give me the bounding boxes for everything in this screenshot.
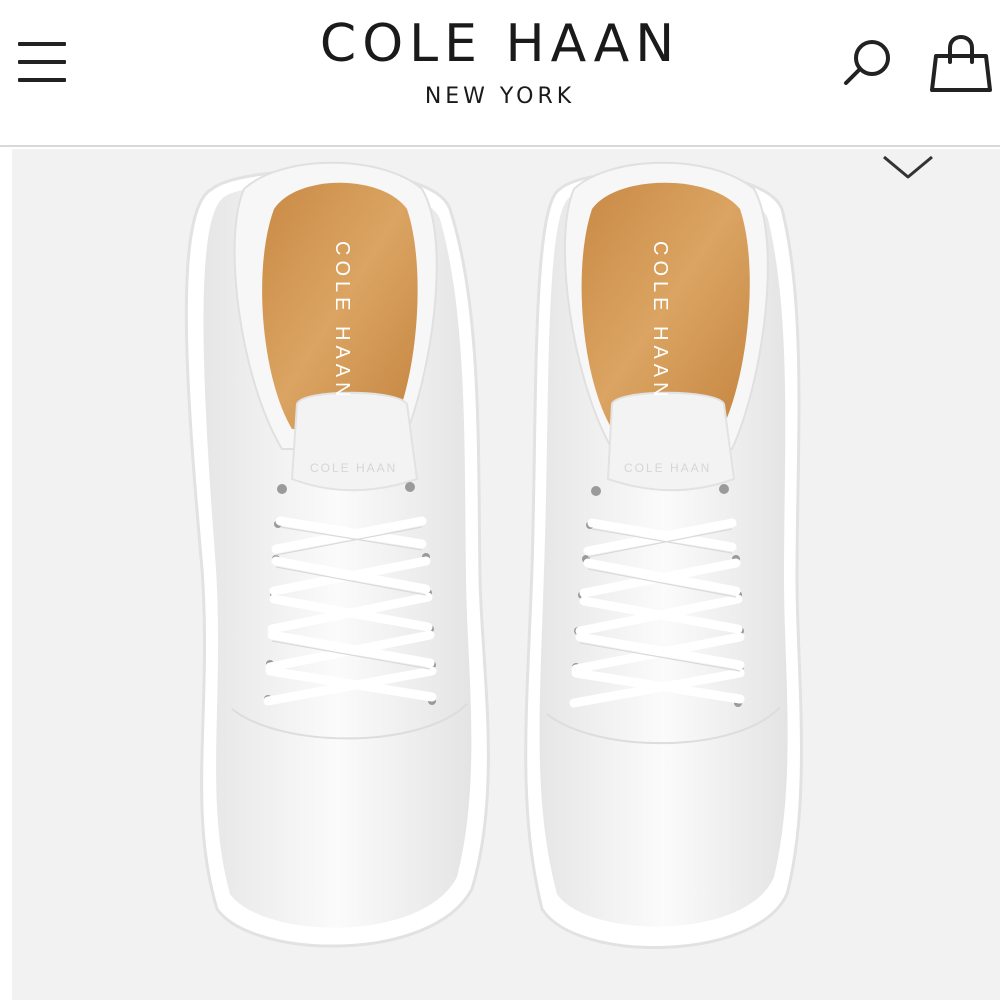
- cart-button[interactable]: [928, 32, 994, 94]
- brand-logo[interactable]: COLE HAAN NEW YORK: [300, 14, 700, 110]
- insole-print-left: COLE HAAN: [331, 241, 353, 402]
- site-header: COLE HAAN NEW YORK: [0, 0, 1000, 147]
- expand-button[interactable]: [880, 153, 936, 183]
- shopping-bag-icon: [930, 34, 992, 92]
- product-image[interactable]: COLE HAAN COLE HAAN COLE HAAN COLE HAAN: [12, 149, 1000, 1000]
- brand-name: COLE HAAN: [319, 14, 681, 74]
- sneaker-pair-illustration: [184, 161, 803, 949]
- tongue-print-right: COLE HAAN: [624, 461, 712, 475]
- hamburger-menu-icon: [18, 42, 66, 46]
- menu-button[interactable]: [14, 36, 70, 88]
- insole-print-right: COLE HAAN: [649, 241, 671, 402]
- chevron-down-icon: [883, 155, 933, 179]
- search-icon: [844, 40, 890, 85]
- hamburger-menu-line: [18, 60, 66, 64]
- tongue-print-left: COLE HAAN: [310, 461, 398, 475]
- search-button[interactable]: [838, 36, 898, 90]
- hamburger-menu-line: [18, 78, 66, 82]
- brand-city: NEW YORK: [424, 84, 576, 109]
